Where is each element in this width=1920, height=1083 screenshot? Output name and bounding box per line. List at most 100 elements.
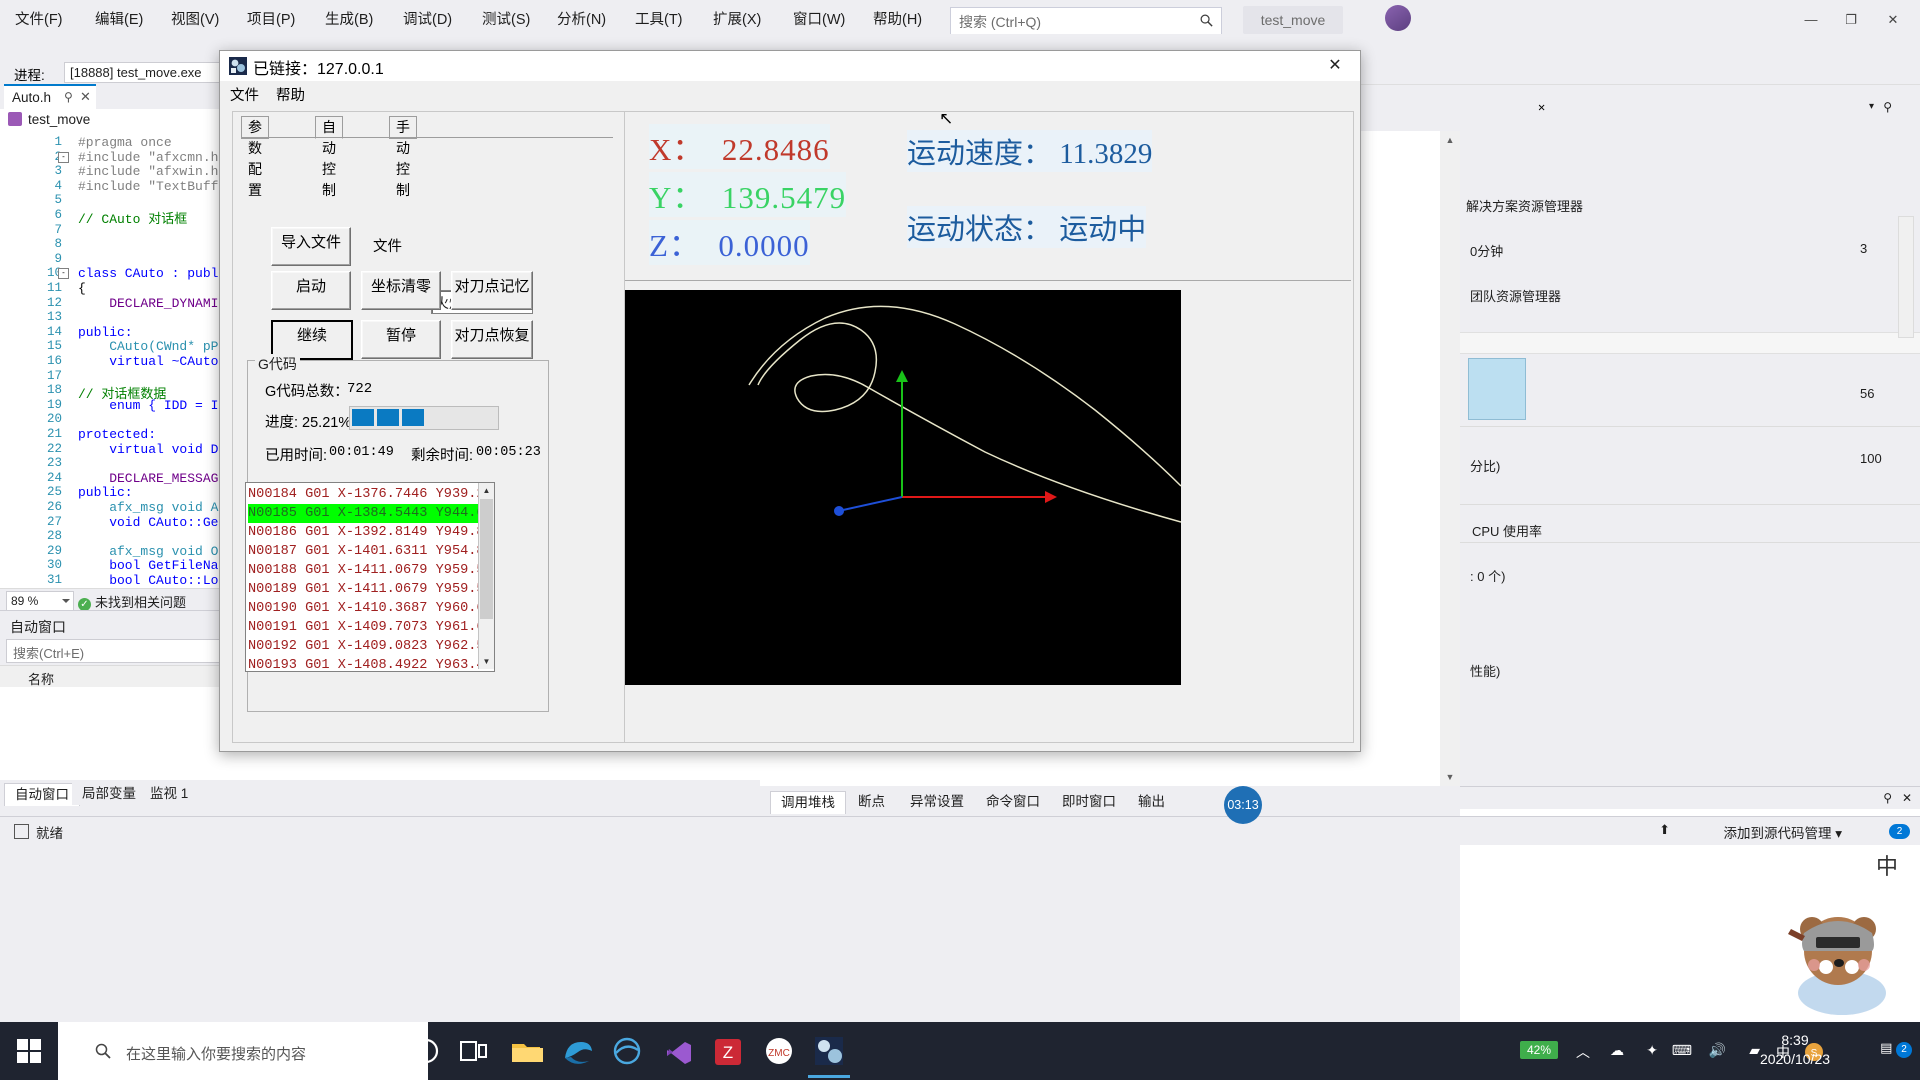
menu-file[interactable]: 文件(F) <box>8 8 70 32</box>
document-scrollbar[interactable]: ▲ ▼ <box>1440 131 1460 786</box>
close-icon[interactable]: ✕ <box>1538 100 1912 115</box>
zmc-icon[interactable]: ZMC <box>758 1030 800 1072</box>
keyboard-icon[interactable]: ⌨ <box>1672 1042 1692 1059</box>
tool-point-restore-button[interactable]: 对刀点恢复 <box>451 320 533 359</box>
menu-debug[interactable]: 调试(D) <box>396 8 459 32</box>
tab-auto-h[interactable]: Auto.h ⚲ ✕ <box>4 84 96 111</box>
menu-help[interactable]: 帮助(H) <box>866 8 929 32</box>
tab-breakpoints[interactable]: 断点 <box>848 791 895 813</box>
tab-command[interactable]: 命令窗口 <box>976 791 1050 813</box>
menu-extensions[interactable]: 扩展(X) <box>706 8 768 32</box>
right-panel-scrollbar[interactable] <box>1898 216 1914 338</box>
tab-locals[interactable]: 局部变量 <box>72 783 146 805</box>
source-control-status[interactable]: 添加到源代码管理 ▾ <box>1723 822 1842 842</box>
cortana-icon[interactable] <box>405 1030 447 1072</box>
close-icon[interactable]: ✕ <box>80 89 91 105</box>
zero-coordinates-button[interactable]: 坐标清零 <box>361 271 441 310</box>
notification-badge[interactable]: 2 <box>1889 822 1910 839</box>
line-number: 13 <box>47 310 62 324</box>
avatar[interactable] <box>1385 5 1411 31</box>
gcode-row[interactable]: N00184 G01 X-1376.7446 Y939.2645 <box>248 485 495 504</box>
tab-watch1[interactable]: 监视 1 <box>140 783 198 805</box>
gcode-list-scrollbar[interactable]: ▲ ▼ <box>478 483 494 669</box>
start-button[interactable] <box>0 1022 58 1080</box>
tab-param-config[interactable]: 参数配置 <box>241 116 269 139</box>
taskbar-search-input[interactable]: 在这里输入你要搜索的内容 <box>58 1022 428 1080</box>
gcode-row[interactable]: N00190 G01 X-1410.3687 Y960.6285 <box>248 599 495 618</box>
task-view-icon[interactable] <box>452 1030 494 1072</box>
chevron-up-icon[interactable]: ︿ <box>1576 1042 1590 1062</box>
battery-indicator[interactable]: 42% <box>1520 1041 1558 1059</box>
dialog-menu-help[interactable]: 帮助 <box>276 84 305 105</box>
menu-tools[interactable]: 工具(T) <box>628 8 690 32</box>
gcode-row[interactable]: N00191 G01 X-1409.7073 Y961.6308 <box>248 618 495 637</box>
cnc-app-icon[interactable] <box>808 1030 850 1072</box>
edge-legacy-icon[interactable] <box>555 1030 597 1072</box>
menu-analyze[interactable]: 分析(N) <box>550 8 613 32</box>
gcode-row[interactable]: N00193 G01 X-1408.4922 Y963.4795 <box>248 656 495 672</box>
import-file-button[interactable]: 导入文件 <box>271 227 351 266</box>
menu-window[interactable]: 窗口(W) <box>786 8 852 32</box>
taskbar-clock[interactable]: 8:39 2020/10/23 <box>1740 1031 1850 1069</box>
file-explorer-icon[interactable] <box>505 1030 547 1072</box>
vs-status-bar: 就绪 ⬆ 添加到源代码管理 ▾ 2 <box>0 816 1920 845</box>
scroll-up-icon[interactable]: ▲ <box>479 483 494 498</box>
volume-icon[interactable]: 🔊 <box>1709 1042 1726 1059</box>
vscode-icon[interactable] <box>657 1030 699 1072</box>
fold-toggle-icon[interactable]: - <box>58 152 69 163</box>
toolpath-canvas[interactable] <box>625 290 1181 685</box>
menu-test[interactable]: 测试(S) <box>475 8 537 32</box>
tab-exceptions[interactable]: 异常设置 <box>900 791 974 813</box>
gcode-row[interactable]: N00192 G01 X-1409.0823 Y962.5797 <box>248 637 495 656</box>
pause-button[interactable]: 暂停 <box>361 320 441 359</box>
tab-manual-control[interactable]: 手动控制 <box>389 116 417 139</box>
menu-view[interactable]: 视图(V) <box>164 8 226 32</box>
fold-toggle-icon[interactable]: - <box>58 268 69 279</box>
source-control-label: 添加到源代码管理 <box>1723 826 1831 841</box>
close-icon[interactable]: ✕ <box>1902 791 1912 805</box>
autos-search-placeholder: 搜索(Ctrl+E) <box>13 643 84 662</box>
menu-project[interactable]: 项目(P) <box>240 8 302 32</box>
project-tab[interactable]: test_move <box>1243 6 1343 34</box>
error-status[interactable]: ✓未找到相关问题 <box>78 592 186 611</box>
gcode-row[interactable]: N00188 G01 X-1411.0679 Y959.5685 <box>248 561 495 580</box>
tab-immediate[interactable]: 即时窗口 <box>1052 791 1126 813</box>
start-button[interactable]: 启动 <box>271 271 351 310</box>
menu-build[interactable]: 生成(B) <box>318 8 380 32</box>
dialog-menu-file[interactable]: 文件 <box>230 84 259 105</box>
process-value: [18888] test_move.exe <box>70 65 202 80</box>
gcode-list[interactable]: N00184 G01 X-1376.7446 Y939.2645N00185 G… <box>245 482 495 672</box>
edge-icon[interactable] <box>606 1030 648 1072</box>
notification-center-button[interactable]: ▤ 2 <box>1880 1040 1912 1058</box>
gcode-row[interactable]: N00187 G01 X-1401.6311 Y954.8013 <box>248 542 495 561</box>
onedrive-icon[interactable]: ☁ <box>1610 1042 1624 1059</box>
tab-auto-control[interactable]: 自动控制 <box>315 116 343 139</box>
tab-call-stack[interactable]: 调用堆栈 <box>770 791 846 814</box>
gcode-row-active[interactable]: N00185 G01 X-1384.5443 Y944.6211 <box>248 504 480 523</box>
zotero-icon[interactable]: Z <box>707 1030 749 1072</box>
tool-point-memorize-button[interactable]: 对刀点记忆 <box>451 271 533 310</box>
bluetooth-icon[interactable]: ✦ <box>1646 1042 1658 1059</box>
dialog-close-button[interactable]: ✕ <box>1318 55 1352 77</box>
pin-icon[interactable]: ⚲ <box>1883 791 1892 805</box>
scroll-down-icon[interactable]: ▼ <box>1440 768 1460 786</box>
window-restore-button[interactable]: ❐ <box>1834 8 1868 32</box>
zoom-level-combo[interactable]: 89 % <box>6 591 74 611</box>
tab-autos[interactable]: 自动窗口 <box>4 783 80 806</box>
menu-edit[interactable]: 编辑(E) <box>88 8 150 32</box>
window-minimize-button[interactable]: — <box>1794 8 1828 32</box>
windows-taskbar: 在这里输入你要搜索的内容 <box>0 1022 1920 1080</box>
right-panel-text: 56 <box>1860 386 1874 401</box>
vs-search-input[interactable]: 搜索 (Ctrl+Q) <box>950 7 1222 35</box>
upload-icon[interactable]: ⬆ <box>1659 822 1670 838</box>
right-panel-text: 性能) <box>1470 661 1500 680</box>
scroll-up-icon[interactable]: ▲ <box>1440 131 1460 149</box>
tab-output[interactable]: 输出 <box>1128 791 1175 813</box>
gcode-row[interactable]: N00186 G01 X-1392.8149 Y949.8097 <box>248 523 495 542</box>
right-panel-text: 分比) <box>1470 456 1500 475</box>
scroll-down-icon[interactable]: ▼ <box>479 654 494 669</box>
pin-icon[interactable]: ⚲ <box>64 90 73 104</box>
gcode-row[interactable]: N00189 G01 X-1411.0679 Y959.5685 <box>248 580 495 599</box>
window-close-button[interactable]: ✕ <box>1876 8 1910 32</box>
scrollbar-thumb[interactable] <box>480 499 493 619</box>
